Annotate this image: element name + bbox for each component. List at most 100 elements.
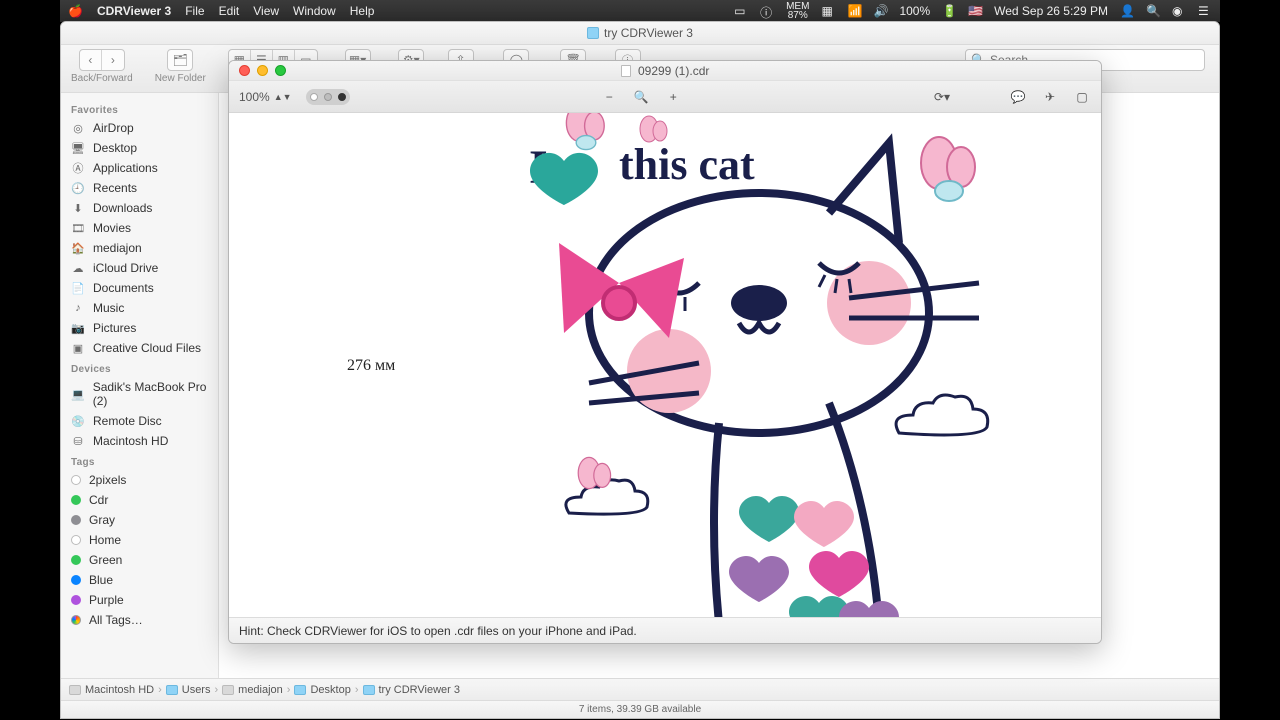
sidebar-item-mediajon[interactable]: 🏠mediajon: [61, 238, 218, 258]
tag-dot-icon: [71, 555, 81, 565]
finder-pathbar[interactable]: Macintosh HD›Users›mediajon›Desktop›try …: [61, 678, 1219, 700]
sidebar-item-macintosh-hd[interactable]: ⛁Macintosh HD: [61, 431, 218, 451]
wifi-icon[interactable]: 📶: [847, 4, 861, 18]
sidebar-item-movies[interactable]: 🎞Movies: [61, 218, 218, 238]
sidebar-item-applications[interactable]: ⒶApplications: [61, 158, 218, 178]
document-icon: [621, 65, 631, 77]
sidebar-item-blue[interactable]: Blue: [61, 570, 218, 590]
folder-icon: [363, 685, 375, 695]
viewer-canvas[interactable]: 276 мм I this cat: [229, 113, 1101, 617]
mem-indicator[interactable]: MEM 87%: [786, 2, 809, 20]
path-crumb[interactable]: Desktop: [294, 684, 350, 696]
folder-icon: [166, 685, 178, 695]
path-crumb-label: try CDRViewer 3: [379, 684, 461, 696]
sidebar-item-label: Applications: [93, 161, 158, 175]
sidebar-item-cdr[interactable]: Cdr: [61, 490, 218, 510]
sidebar-item-all-tags-[interactable]: All Tags…: [61, 610, 218, 630]
zoom-in-button[interactable]: +: [664, 90, 682, 104]
siri-icon[interactable]: ◉: [1172, 4, 1186, 18]
sidebar-item-sadik-s-macbook-pro-2-[interactable]: 💻Sadik's MacBook Pro (2): [61, 377, 218, 411]
status-text: 7 items, 39.39 GB available: [61, 701, 1219, 719]
refresh-button[interactable]: ⟳▾: [933, 90, 951, 104]
sidebar-item-desktop[interactable]: 🖥Desktop: [61, 138, 218, 158]
clock[interactable]: Wed Sep 26 5:29 PM: [994, 4, 1108, 18]
sidebar-item-green[interactable]: Green: [61, 550, 218, 570]
forward-icon[interactable]: ›: [102, 50, 124, 70]
back-icon[interactable]: ‹: [80, 50, 102, 70]
display-icon[interactable]: ▭: [734, 4, 748, 18]
nav-back-forward[interactable]: ‹ ›: [79, 49, 125, 71]
new-folder-button[interactable]: 🗂: [167, 49, 193, 71]
label-new-folder: New Folder: [155, 73, 206, 84]
sidebar-item-purple[interactable]: Purple: [61, 590, 218, 610]
grid-icon[interactable]: ▦: [821, 4, 835, 18]
airdrop-icon: ◎: [71, 121, 85, 135]
volume-icon[interactable]: 🔊: [873, 4, 887, 18]
bg-black-icon[interactable]: [338, 93, 346, 101]
tag-dot-icon: [71, 475, 81, 485]
sidebar-head-tags: Tags: [61, 451, 218, 470]
tag-dot-icon: [71, 595, 81, 605]
finder-titlebar[interactable]: try CDRViewer 3: [61, 22, 1219, 45]
measurement-label: 276 мм: [347, 357, 395, 375]
sidebar-item-creative-cloud-files[interactable]: ▣Creative Cloud Files: [61, 338, 218, 358]
sidebar-item-label: Recents: [93, 181, 137, 195]
menu-edit[interactable]: Edit: [219, 4, 240, 18]
sidebar-item-downloads[interactable]: ⬇︎Downloads: [61, 198, 218, 218]
spotlight-icon[interactable]: 🔍: [1146, 4, 1160, 18]
user-icon[interactable]: 👤: [1120, 4, 1134, 18]
menu-help[interactable]: Help: [350, 4, 375, 18]
background-picker[interactable]: [306, 89, 350, 105]
path-crumb-label: Macintosh HD: [85, 684, 154, 696]
sidebar-item-documents[interactable]: 📄Documents: [61, 278, 218, 298]
path-crumb[interactable]: Users: [166, 684, 211, 696]
tag-dot-icon: [71, 575, 81, 585]
viewer-titlebar[interactable]: 09299 (1).cdr: [229, 61, 1101, 81]
menu-file[interactable]: File: [185, 4, 204, 18]
macos-menubar: 🍎 CDRViewer 3 File Edit View Window Help…: [60, 0, 1220, 22]
panel-button[interactable]: ▢: [1073, 90, 1091, 104]
menu-view[interactable]: View: [253, 4, 279, 18]
battery-icon[interactable]: 🔋: [942, 4, 956, 18]
path-crumb[interactable]: mediajon: [222, 684, 283, 696]
sidebar-item-pictures[interactable]: 📷Pictures: [61, 318, 218, 338]
viewer-title-text: 09299 (1).cdr: [638, 64, 709, 78]
sidebar-item-label: Desktop: [93, 141, 137, 155]
sidebar-item-label: Purple: [89, 593, 124, 607]
bg-white-icon[interactable]: [310, 93, 318, 101]
path-crumb[interactable]: try CDRViewer 3: [363, 684, 461, 696]
close-traffic-light[interactable]: [239, 65, 250, 76]
sidebar-item-home[interactable]: Home: [61, 530, 218, 550]
battery-percent[interactable]: 100%: [899, 4, 930, 18]
zoom-level[interactable]: 100%▲▼: [239, 90, 292, 104]
sidebar-item-label: Movies: [93, 221, 131, 235]
sidebar-item-2pixels[interactable]: 2pixels: [61, 470, 218, 490]
sidebar-item-music[interactable]: ♪Music: [61, 298, 218, 318]
sidebar-item-recents[interactable]: 🕘Recents: [61, 178, 218, 198]
sidebar-item-label: AirDrop: [93, 121, 134, 135]
zoom-value: 100%: [239, 90, 270, 104]
sidebar-item-label: Music: [93, 301, 124, 315]
sidebar-item-gray[interactable]: Gray: [61, 510, 218, 530]
sidebar-item-label: iCloud Drive: [93, 261, 158, 275]
zoom-traffic-light[interactable]: [275, 65, 286, 76]
docs-icon: 📄: [71, 281, 85, 295]
sidebar-item-remote-disc[interactable]: 💿Remote Disc: [61, 411, 218, 431]
path-crumb[interactable]: Macintosh HD: [69, 684, 154, 696]
info-icon[interactable]: ⓘ: [760, 4, 774, 18]
menu-window[interactable]: Window: [293, 4, 336, 18]
apple-icon[interactable]: 🍎: [68, 4, 83, 18]
flag-icon[interactable]: 🇺🇸: [968, 4, 982, 18]
sidebar-item-airdrop[interactable]: ◎ AirDrop: [61, 118, 218, 138]
send-button[interactable]: ✈︎: [1041, 90, 1059, 104]
bg-gray-icon[interactable]: [324, 93, 332, 101]
comment-button[interactable]: 💬: [1009, 90, 1027, 104]
notification-center-icon[interactable]: ☰: [1198, 4, 1212, 18]
disk-icon: [69, 685, 81, 695]
sidebar-item-icloud-drive[interactable]: ☁︎iCloud Drive: [61, 258, 218, 278]
minimize-traffic-light[interactable]: [257, 65, 268, 76]
zoom-fit-button[interactable]: 🔍: [632, 90, 650, 104]
sidebar-item-label: Blue: [89, 573, 113, 587]
zoom-out-button[interactable]: −: [600, 90, 618, 104]
app-name[interactable]: CDRViewer 3: [97, 4, 171, 18]
